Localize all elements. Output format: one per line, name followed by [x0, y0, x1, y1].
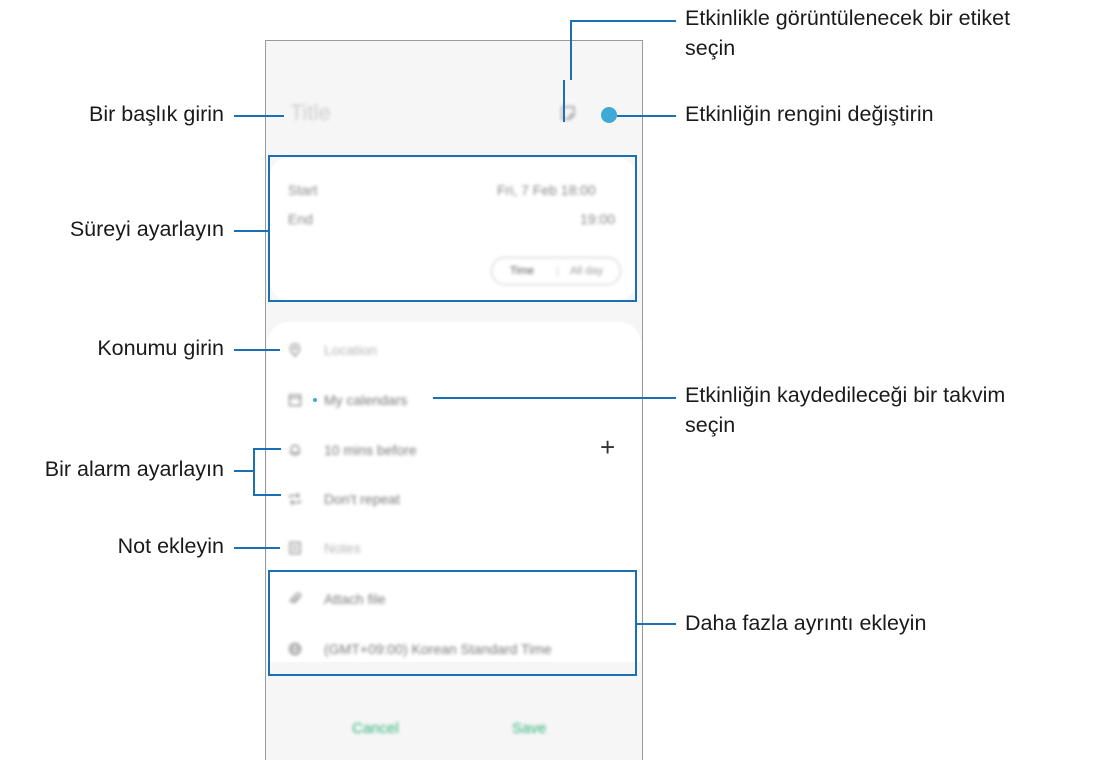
bell-icon — [290, 444, 300, 457]
add-alarm-icon[interactable]: + — [600, 434, 615, 460]
repeat-selector[interactable]: Don't repeat — [324, 491, 400, 507]
calendar-icon — [288, 394, 302, 407]
cancel-button[interactable]: Cancel — [352, 720, 399, 737]
callout-sticker-vline — [570, 20, 572, 80]
callout-alarm-bracket-bottom — [253, 494, 281, 496]
callout-duration: Süreyi ayarlayın — [69, 217, 224, 241]
title-input[interactable]: Title — [290, 100, 331, 126]
callout-alarm: Bir alarm ayarlayın — [44, 457, 224, 481]
location-input[interactable]: Location — [324, 342, 377, 358]
callout-location-line — [234, 349, 280, 351]
callout-calendar-2: seçin — [685, 413, 736, 437]
callout-color-line — [617, 115, 676, 117]
callout-title-line — [234, 115, 284, 117]
calendar-selector[interactable]: My calendars — [324, 392, 407, 408]
callout-alarm-bracket-top — [253, 448, 281, 450]
callout-more: Daha fazla ayrıntı ekleyin — [685, 611, 927, 635]
notes-input[interactable]: Notes — [324, 540, 361, 556]
callout-alarm-line — [234, 470, 254, 472]
repeat-icon — [289, 493, 301, 505]
callout-alarm-bracket — [253, 448, 255, 496]
callout-sticker-1: Etkinlikle görüntülenecek bir etiket — [685, 6, 1011, 30]
calendar-color-dot — [313, 398, 317, 402]
notes-icon — [289, 541, 301, 555]
callout-sticker-line — [570, 20, 676, 22]
callout-title: Bir başlık girin — [88, 102, 224, 126]
callout-more-line — [637, 623, 676, 625]
event-color-button[interactable] — [601, 107, 617, 123]
callout-notes-line — [234, 547, 280, 549]
callout-duration-line — [234, 230, 268, 232]
callout-calendar-1: Etkinliğin kaydedileceği bir takvim — [685, 383, 1006, 407]
callout-sticker-2: seçin — [685, 36, 736, 60]
callout-color: Etkinliğin rengini değiştirin — [685, 102, 934, 126]
alarm-selector[interactable]: 10 mins before — [324, 442, 417, 458]
callout-calendar-line — [433, 397, 676, 399]
more-details-highlight — [268, 570, 637, 676]
sticker-pointer — [563, 80, 577, 122]
location-pin-icon — [289, 343, 301, 357]
callout-location: Konumu girin — [97, 336, 224, 360]
duration-highlight — [268, 155, 637, 302]
callout-notes: Not ekleyin — [117, 534, 224, 558]
save-button[interactable]: Save — [512, 720, 546, 737]
